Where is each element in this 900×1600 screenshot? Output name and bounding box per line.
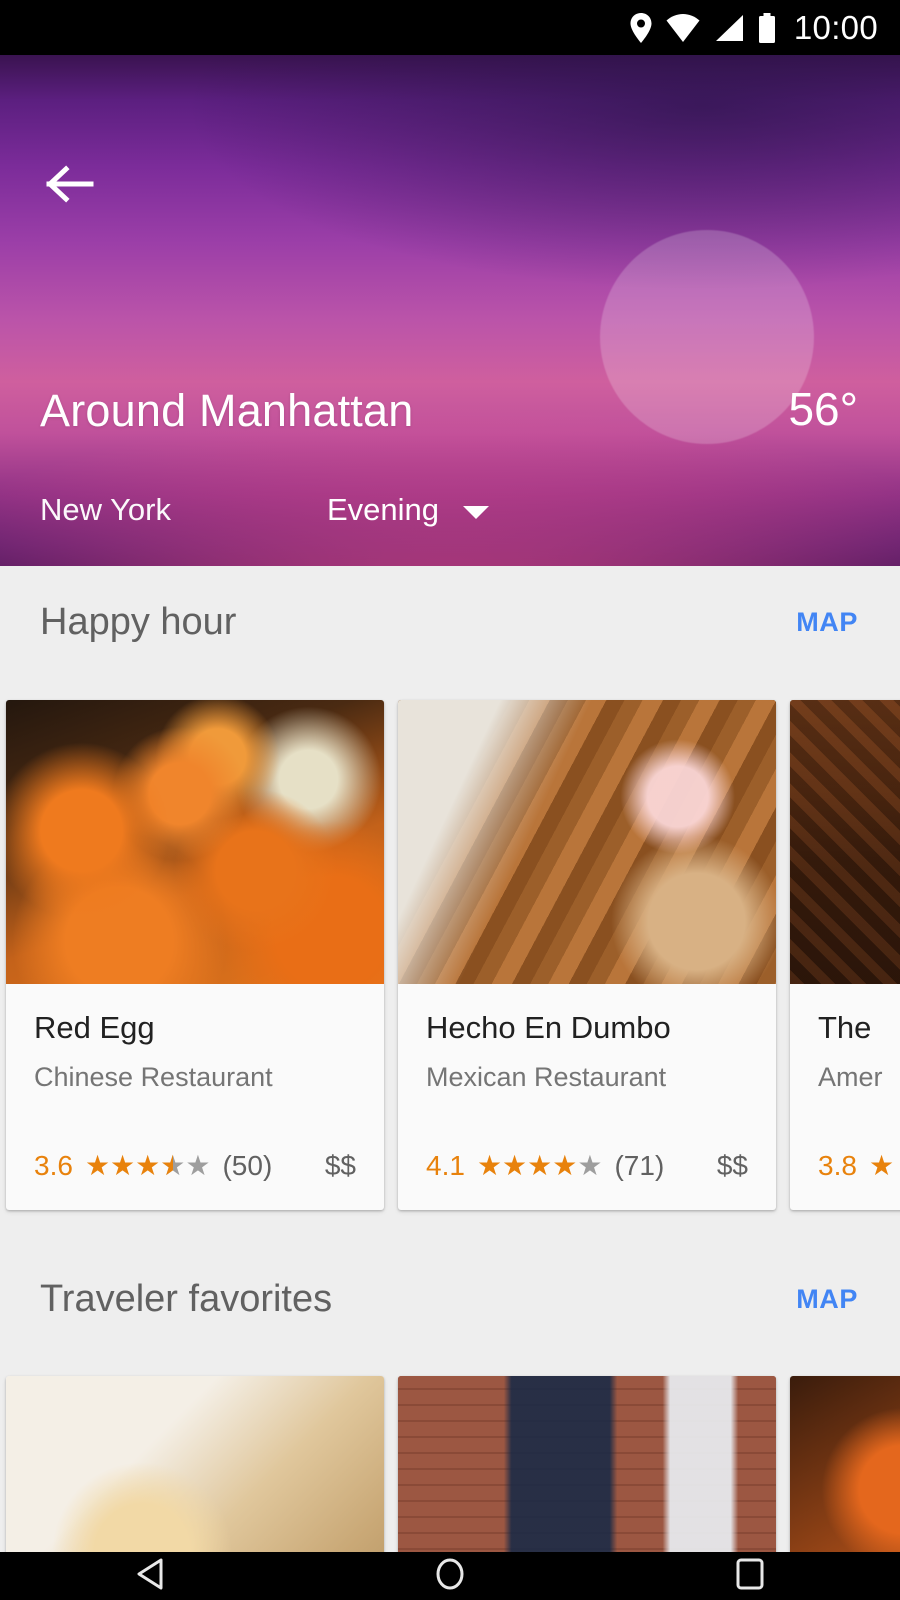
nav-recents-icon (736, 1558, 764, 1595)
price-level: $$ (324, 1150, 356, 1181)
place-name: Hecho En Dumbo (426, 1010, 671, 1045)
map-link-traveler-favorites[interactable]: MAP (794, 1276, 860, 1323)
cellular-signal-icon (714, 14, 744, 42)
time-of-day-label: Evening (327, 492, 440, 527)
place-rating-row: 3.8 ★ (818, 1150, 900, 1182)
review-count: (71) (614, 1150, 665, 1181)
section-header-traveler-favorites: Traveler favorites MAP (0, 1243, 900, 1355)
battery-icon (758, 12, 776, 43)
status-bar: 10:00 (0, 0, 900, 55)
chevron-down-icon (463, 506, 490, 519)
rating-value: 3.8 (818, 1150, 857, 1181)
place-card[interactable]: The Amer 3.8 ★ (790, 700, 900, 1210)
moon-decoration (600, 230, 814, 444)
star-rating-icons: ★ ★ ★ ★ ★ (476, 1150, 603, 1181)
star-rating-icons: ★ ★ ★ ★ ★ (85, 1152, 211, 1181)
place-card[interactable]: Hecho En Dumbo Mexican Restaurant 4.1 ★ ★… (398, 700, 776, 1210)
back-arrow-icon (46, 164, 94, 209)
status-bar-clock: 10:00 (793, 8, 878, 46)
section-title: Traveler favorites (40, 1277, 333, 1320)
nav-home-button[interactable] (390, 1552, 510, 1600)
android-navigation-bar (0, 1552, 900, 1600)
place-card-body: Red Egg Chinese Restaurant 3.6 ★★★★★ (50… (6, 984, 384, 1210)
rating-value: 4.1 (426, 1150, 465, 1181)
place-name: The (818, 1010, 872, 1045)
review-count: (50) (222, 1150, 273, 1181)
page-title: Around Manhattan (40, 385, 414, 436)
nav-home-icon (434, 1558, 466, 1595)
star-rating-icons: ★ (868, 1150, 895, 1181)
place-rating-row: 4.1 ★ ★ ★ ★ ★ (71) $$ (426, 1150, 748, 1182)
city-label: New York (40, 492, 171, 527)
place-category: Mexican Restaurant (426, 1062, 667, 1092)
place-card-body: The Amer 3.8 ★ (790, 984, 900, 1210)
nav-recents-button[interactable] (690, 1552, 810, 1600)
place-card[interactable]: Red Egg Chinese Restaurant 3.6 ★★★★★ (50… (6, 700, 384, 1210)
place-photo (398, 700, 776, 984)
nav-back-icon (135, 1558, 165, 1595)
place-photo (790, 700, 900, 984)
hero-header: Around Manhattan 56° New York Evening (0, 55, 900, 566)
location-pin-icon (630, 12, 652, 43)
place-photo (6, 700, 384, 984)
back-button[interactable] (38, 155, 102, 217)
section-header-happy-hour: Happy hour MAP (0, 566, 900, 678)
place-rating-row: 3.6 ★★★★★ (50) $$ (34, 1150, 356, 1182)
nav-back-button[interactable] (90, 1552, 210, 1600)
wifi-icon (666, 13, 700, 42)
place-category: Chinese Restaurant (34, 1062, 273, 1092)
phone-screen: 10:00 Around Manhattan 56° New York Even… (0, 0, 900, 1600)
section-title: Happy hour (40, 600, 237, 643)
map-link-happy-hour[interactable]: MAP (794, 599, 860, 646)
place-name: Red Egg (34, 1010, 155, 1045)
place-category: Amer (818, 1062, 883, 1092)
place-card-body: Hecho En Dumbo Mexican Restaurant 4.1 ★ ★… (398, 984, 776, 1210)
card-row-happy-hour[interactable]: Red Egg Chinese Restaurant 3.6 ★★★★★ (50… (0, 700, 900, 1210)
rating-value: 3.6 (34, 1150, 73, 1181)
temperature-readout: 56° (788, 383, 858, 435)
price-level: $$ (716, 1150, 748, 1181)
time-of-day-dropdown[interactable]: Evening (327, 492, 490, 528)
